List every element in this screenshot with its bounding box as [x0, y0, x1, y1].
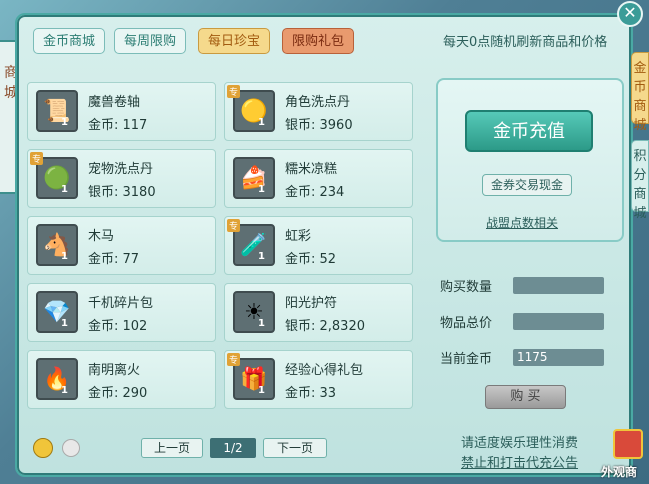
item-card[interactable]: 🎁 专 1 经验心得礼包 金币: 33	[224, 350, 413, 409]
rocking-horse-icon: 🐴	[36, 224, 78, 266]
notice-line1: 请适度娱乐理性消费	[461, 436, 579, 451]
item-name: 经验心得礼包	[285, 363, 364, 378]
item-qty: 1	[258, 318, 265, 329]
item-name: 魔兽卷轴	[88, 95, 141, 110]
gift-box-icon	[613, 429, 643, 459]
exclusive-badge: 专	[227, 219, 241, 232]
fire-ring-icon: 🔥	[36, 358, 78, 400]
amulet-icon: ☀	[233, 291, 275, 333]
item-price: 银币: 3180	[88, 185, 156, 200]
item-qty: 1	[61, 117, 68, 128]
recharge-button[interactable]: 金币充值	[465, 110, 593, 152]
item-card[interactable]: 💎 1 千机碎片包 金币: 102	[27, 283, 216, 342]
voucher-button[interactable]: 金券交易现金	[482, 174, 572, 196]
item-name: 糯米凉糕	[285, 162, 338, 177]
total-label: 物品总价	[440, 316, 493, 331]
item-name: 木马	[88, 229, 115, 244]
qty-field[interactable]	[513, 277, 604, 294]
item-name: 角色洗点丹	[285, 95, 351, 110]
exclusive-badge: 专	[227, 353, 241, 366]
qty-label: 购买数量	[440, 280, 493, 295]
tab-limited-gift[interactable]: 限购礼包	[282, 28, 355, 54]
item-name: 阳光护符	[285, 296, 338, 311]
item-card[interactable]: 🟡 专 1 角色洗点丹 银币: 3960	[224, 82, 413, 141]
silver-coin-icon[interactable]	[62, 439, 80, 457]
item-card[interactable]: 🟢 专 1 宠物洗点丹 银币: 3180	[27, 149, 216, 208]
gold-field: 1175	[513, 349, 604, 366]
coin-icon[interactable]	[33, 438, 53, 458]
item-grid: 📜 1 魔兽卷轴 金币: 117 🟡 专 1 角色洗点丹 银币: 3960 🟢 …	[27, 72, 425, 417]
refresh-note: 每天0点随机刷新商品和价格	[443, 35, 608, 50]
item-card[interactable]: ☀ 1 阳光护符 银币: 2,8320	[224, 283, 413, 342]
item-name: 宠物洗点丹	[88, 162, 154, 177]
item-name: 虹彩	[285, 229, 312, 244]
item-card[interactable]: 🧪 专 1 虹彩 金币: 52	[224, 216, 413, 275]
item-price: 金币: 77	[88, 252, 140, 267]
item-qty: 1	[61, 385, 68, 396]
notice-link[interactable]: 禁止和打击代充公告	[461, 452, 578, 471]
item-name: 南明离火	[88, 363, 141, 378]
item-qty: 1	[61, 184, 68, 195]
item-card[interactable]: 🐴 1 木马 金币: 77	[27, 216, 216, 275]
tab-daily-treasure[interactable]: 每日珍宝	[198, 28, 271, 54]
total-field	[513, 313, 604, 330]
appearance-shop-button[interactable]: 外观商	[599, 425, 649, 484]
item-price: 金币: 117	[88, 118, 148, 133]
item-price: 金币: 234	[285, 185, 345, 200]
item-price: 金币: 290	[88, 386, 148, 401]
prev-page-button[interactable]: 上一页	[141, 438, 203, 458]
tab-gold-shop[interactable]: 金币商城	[33, 28, 106, 54]
item-qty: 1	[258, 184, 265, 195]
alliance-points-link[interactable]: 战盟点数相关	[486, 214, 558, 231]
exclusive-badge: 专	[227, 85, 241, 98]
item-price: 银币: 3960	[285, 118, 353, 133]
item-card[interactable]: 📜 1 魔兽卷轴 金币: 117	[27, 82, 216, 141]
buy-button[interactable]: 购 买	[485, 385, 566, 409]
item-name: 千机碎片包	[88, 296, 154, 311]
item-price: 银币: 2,8320	[285, 319, 365, 334]
side-tab-gold-shop[interactable]: 金币商城	[631, 52, 649, 133]
item-card[interactable]: 🍰 1 糯米凉糕 金币: 234	[224, 149, 413, 208]
item-price: 金币: 33	[285, 386, 337, 401]
item-price: 金币: 102	[88, 319, 148, 334]
page-indicator: 1/2	[210, 438, 256, 458]
crystal-bag-icon: 💎	[36, 291, 78, 333]
scroll-icon: 📜	[36, 90, 78, 132]
cake-icon: 🍰	[233, 157, 275, 199]
item-qty: 1	[61, 318, 68, 329]
item-card[interactable]: 🔥 1 南明离火 金币: 290	[27, 350, 216, 409]
close-button[interactable]: ✕	[617, 1, 643, 27]
item-qty: 1	[258, 385, 265, 396]
appearance-shop-label: 外观商	[601, 465, 638, 479]
tab-weekly-limit[interactable]: 每周限购	[114, 28, 187, 54]
item-qty: 1	[258, 117, 265, 128]
side-tab-points-shop[interactable]: 积分商城	[631, 140, 649, 221]
item-qty: 1	[258, 251, 265, 262]
item-qty: 1	[61, 251, 68, 262]
exclusive-badge: 专	[30, 152, 44, 165]
next-page-button[interactable]: 下一页	[263, 438, 327, 458]
item-price: 金币: 52	[285, 252, 337, 267]
gold-label: 当前金币	[440, 352, 493, 367]
